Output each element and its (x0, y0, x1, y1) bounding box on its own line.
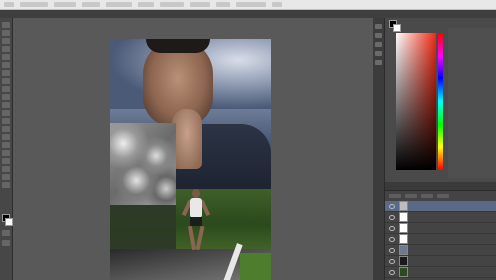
visibility-eye-icon[interactable] (389, 225, 395, 231)
opacity-field[interactable] (405, 194, 417, 198)
clone-stamp-tool-icon[interactable] (2, 86, 10, 92)
panel-background-swatch[interactable] (393, 24, 401, 32)
pen-tool-icon[interactable] (2, 134, 10, 140)
options-bar (0, 0, 496, 10)
hue-slider[interactable] (438, 33, 443, 170)
document-workspace (13, 18, 373, 280)
roadside-grass (240, 253, 271, 280)
option-control[interactable] (216, 2, 230, 7)
quick-mask-icon[interactable] (2, 230, 10, 236)
tool-preset-picker[interactable] (4, 2, 14, 7)
color-panel (385, 18, 496, 183)
color-picker-field[interactable] (396, 33, 436, 170)
option-control[interactable] (106, 2, 132, 7)
layers-panel-controls (385, 191, 496, 201)
runner-figure (181, 189, 211, 253)
paragraph-panel-icon[interactable] (375, 51, 382, 56)
quick-select-tool-icon[interactable] (2, 46, 10, 52)
clasped-hands (172, 109, 202, 169)
clouds-texture-layer (110, 123, 176, 205)
lasso-tool-icon[interactable] (2, 38, 10, 44)
brush-panel-icon[interactable] (375, 60, 382, 65)
layer-row[interactable] (385, 234, 496, 245)
visibility-eye-icon[interactable] (389, 269, 395, 275)
healing-brush-tool-icon[interactable] (2, 70, 10, 76)
properties-panel-icon[interactable] (375, 33, 382, 38)
fill-field[interactable] (437, 194, 449, 198)
layers-panel-tabs[interactable] (385, 182, 496, 191)
character-panel-icon[interactable] (375, 42, 382, 47)
marquee-tool-icon[interactable] (2, 30, 10, 36)
layer-thumbnail (399, 223, 408, 233)
gradient-tool-icon[interactable] (2, 110, 10, 116)
dodge-tool-icon[interactable] (2, 126, 10, 132)
move-tool-icon[interactable] (2, 22, 10, 28)
background-color-swatch[interactable] (5, 218, 13, 226)
path-select-tool-icon[interactable] (2, 150, 10, 156)
shape-tool-icon[interactable] (2, 158, 10, 164)
panel-dock (373, 18, 496, 280)
man-hair (146, 39, 210, 53)
visibility-eye-icon[interactable] (389, 258, 395, 264)
history-panel-icon[interactable] (375, 24, 382, 29)
visibility-eye-icon[interactable] (389, 203, 395, 209)
option-control[interactable] (20, 2, 48, 7)
blur-tool-icon[interactable] (2, 118, 10, 124)
runner-head (192, 189, 200, 198)
option-control[interactable] (272, 2, 282, 7)
layer-row[interactable] (385, 245, 496, 256)
layer-row[interactable] (385, 256, 496, 267)
layers-panel (385, 182, 496, 280)
zoom-tool-icon[interactable] (2, 174, 10, 180)
layer-row[interactable] (385, 267, 496, 278)
blend-mode-select[interactable] (389, 194, 401, 198)
eyedropper-tool-icon[interactable] (2, 62, 10, 68)
runner-shorts (190, 217, 202, 226)
option-control[interactable] (236, 2, 266, 7)
type-tool-icon[interactable] (2, 142, 10, 148)
option-control[interactable] (138, 2, 154, 7)
layer-thumbnail (399, 212, 408, 222)
history-brush-tool-icon[interactable] (2, 94, 10, 100)
runner-leg (195, 225, 205, 251)
more-tools-icon[interactable] (2, 182, 10, 188)
layer-thumbnail (399, 256, 408, 266)
collapsed-panel-icons (373, 18, 385, 280)
hand-tool-icon[interactable] (2, 166, 10, 172)
option-control[interactable] (190, 2, 210, 7)
runner-shirt (190, 198, 202, 218)
layer-row[interactable] (385, 223, 496, 234)
layer-thumbnail (399, 201, 408, 211)
layer-thumbnail (399, 234, 408, 244)
brush-tool-icon[interactable] (2, 78, 10, 84)
runner-leg (187, 225, 197, 251)
screen-mode-icon[interactable] (2, 240, 10, 246)
layer-thumbnail (399, 245, 408, 255)
eraser-tool-icon[interactable] (2, 102, 10, 108)
crop-tool-icon[interactable] (2, 54, 10, 60)
layer-row[interactable] (385, 201, 496, 212)
document-canvas[interactable] (110, 39, 271, 280)
tools-panel (0, 18, 13, 280)
layer-thumbnail (399, 267, 408, 277)
option-control[interactable] (54, 2, 76, 7)
visibility-eye-icon[interactable] (389, 236, 395, 242)
visibility-eye-icon[interactable] (389, 214, 395, 220)
visibility-eye-icon[interactable] (389, 247, 395, 253)
panel-side-area (448, 28, 496, 178)
option-control[interactable] (82, 2, 100, 7)
option-control[interactable] (160, 2, 184, 7)
layer-row[interactable] (385, 212, 496, 223)
lock-buttons[interactable] (421, 194, 433, 198)
